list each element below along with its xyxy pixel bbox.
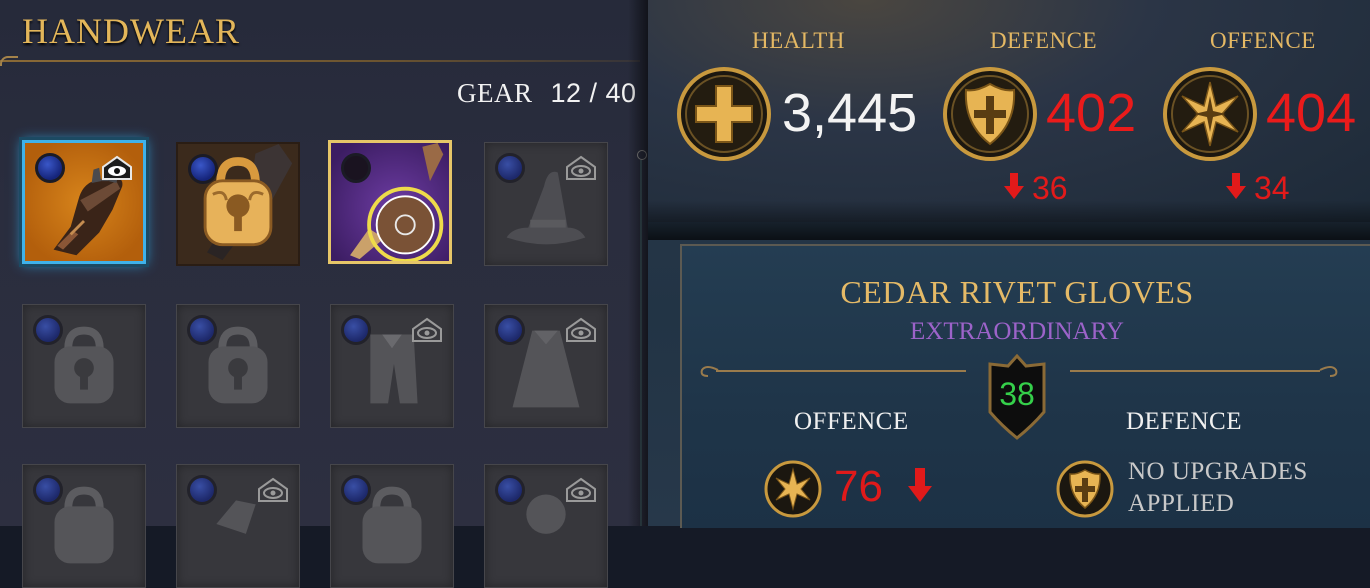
down-arrow-icon bbox=[1226, 173, 1246, 199]
gem-socket-icon bbox=[341, 315, 371, 345]
inventory-slot-8[interactable] bbox=[484, 304, 608, 428]
item-detail-card: CEDAR RIVET GLOVES EXTRAORDINARY 38 OFFE… bbox=[680, 244, 1370, 528]
inventory-panel: HANDWEAR GEAR 12 / 40 bbox=[0, 0, 648, 588]
star-burst-icon bbox=[1163, 67, 1257, 161]
gem-socket-icon bbox=[33, 475, 63, 505]
new-item-eye-icon bbox=[566, 155, 596, 180]
inventory-slot-1[interactable] bbox=[22, 140, 146, 264]
inventory-slot-5[interactable] bbox=[22, 304, 146, 428]
shield-icon bbox=[1056, 460, 1114, 518]
item-name: CEDAR RIVET GLOVES bbox=[840, 274, 1194, 310]
down-arrow-icon bbox=[1004, 173, 1024, 199]
gem-socket-icon bbox=[341, 475, 371, 505]
star-burst-icon bbox=[764, 460, 822, 518]
inventory-slot-4[interactable] bbox=[484, 142, 608, 266]
new-item-eye-icon bbox=[102, 155, 132, 180]
gear-label: GEAR bbox=[457, 78, 533, 108]
gem-socket-icon bbox=[187, 475, 217, 505]
defence-diff: 36 bbox=[1004, 170, 1068, 207]
gear-count: GEAR 12 / 40 bbox=[457, 78, 637, 109]
scrollbar-knob[interactable] bbox=[637, 150, 647, 160]
inventory-slot-2[interactable] bbox=[176, 142, 300, 266]
health-cross-icon bbox=[677, 67, 771, 161]
defence-value: 402 bbox=[1046, 83, 1137, 143]
inventory-slot-3[interactable] bbox=[328, 140, 452, 264]
offence-column-label: OFFENCE bbox=[794, 408, 909, 435]
gem-socket-icon bbox=[35, 153, 65, 183]
inventory-slot-11[interactable] bbox=[330, 464, 454, 588]
inventory-slot-9[interactable] bbox=[22, 464, 146, 588]
stats-panel: HEALTH 3,445 DEFENCE 402 36 OFFENCE 404 … bbox=[648, 0, 1370, 528]
offence-diff: 34 bbox=[1226, 170, 1290, 207]
gem-socket-icon bbox=[495, 475, 525, 505]
no-upgrades-text: NO UPGRADES APPLIED bbox=[1128, 458, 1308, 517]
gear-count-value: 12 / 40 bbox=[550, 78, 637, 108]
gem-socket-icon bbox=[341, 153, 371, 183]
health-label: HEALTH bbox=[752, 28, 845, 53]
item-level: 38 bbox=[999, 376, 1035, 412]
gem-socket-icon bbox=[33, 315, 63, 345]
gem-socket-icon bbox=[188, 154, 218, 184]
gem-socket-icon bbox=[495, 153, 525, 183]
inventory-title: HANDWEAR bbox=[22, 11, 240, 51]
shield-icon bbox=[943, 67, 1037, 161]
health-value: 3,445 bbox=[782, 83, 918, 143]
new-item-eye-icon bbox=[566, 317, 596, 342]
defence-label: DEFENCE bbox=[990, 28, 1097, 53]
item-offence-value: 76 bbox=[834, 462, 883, 511]
new-item-eye-icon bbox=[412, 317, 442, 342]
gem-socket-icon bbox=[187, 315, 217, 345]
flourish-left-icon bbox=[700, 366, 719, 377]
new-item-eye-icon bbox=[258, 477, 288, 502]
flourish-right-icon bbox=[1319, 366, 1338, 377]
offence-value: 404 bbox=[1266, 83, 1357, 143]
new-item-eye-icon bbox=[566, 477, 596, 502]
divider-right bbox=[1070, 370, 1320, 372]
inventory-slot-10[interactable] bbox=[176, 464, 300, 588]
defence-diff-value: 36 bbox=[1032, 170, 1068, 206]
inventory-slot-6[interactable] bbox=[176, 304, 300, 428]
divider-left bbox=[716, 370, 966, 372]
gem-socket-icon bbox=[495, 315, 525, 345]
inventory-slot-7[interactable] bbox=[330, 304, 454, 428]
inventory-scrollbar[interactable] bbox=[634, 150, 648, 526]
title-divider bbox=[0, 56, 640, 66]
inventory-slot-12[interactable] bbox=[484, 464, 608, 588]
item-rarity: EXTRAORDINARY bbox=[910, 318, 1124, 345]
down-arrow-icon bbox=[908, 468, 932, 502]
offence-diff-value: 34 bbox=[1254, 170, 1290, 206]
offence-label: OFFENCE bbox=[1210, 28, 1316, 53]
scrollbar-track[interactable] bbox=[640, 160, 642, 526]
defence-column-label: DEFENCE bbox=[1126, 408, 1242, 435]
